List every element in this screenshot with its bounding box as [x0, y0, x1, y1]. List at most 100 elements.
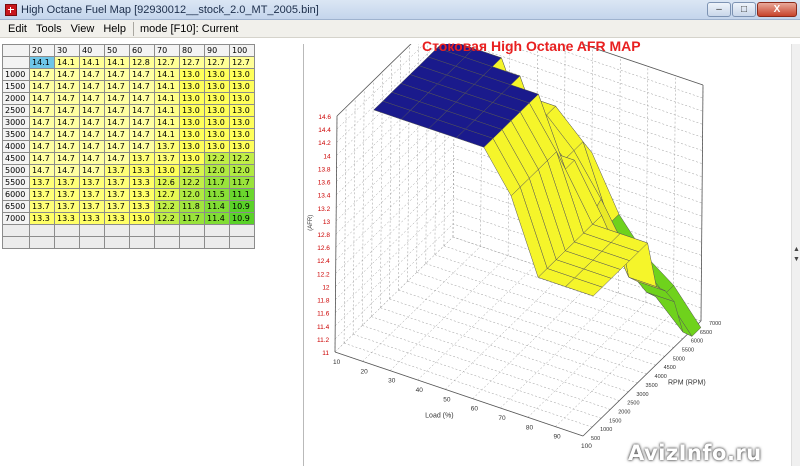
maximize-button[interactable]: □: [732, 2, 756, 17]
table-cell[interactable]: 14.7: [129, 104, 155, 117]
row-header[interactable]: 6500: [2, 200, 30, 213]
row-header[interactable]: 5500: [2, 176, 30, 189]
row-header[interactable]: 4500: [2, 152, 30, 165]
table-cell[interactable]: 13.0: [229, 80, 255, 93]
table-cell[interactable]: 11.1: [229, 188, 255, 201]
table-cell[interactable]: 14.7: [54, 92, 80, 105]
table-cell[interactable]: 11.4: [204, 200, 230, 213]
column-header[interactable]: 90: [204, 44, 230, 57]
table-cell[interactable]: 11.5: [204, 188, 230, 201]
table-cell[interactable]: 10.9: [229, 200, 255, 213]
table-cell[interactable]: 13.3: [79, 212, 105, 225]
table-cell[interactable]: 13.0: [204, 92, 230, 105]
afr-3d-chart[interactable]: 14.6 14.4 14.2 14 13.8 13.6 13.4 13.2 13 12.8 12.6…: [305, 0, 791, 466]
column-header[interactable]: 40: [79, 44, 105, 57]
table-cell[interactable]: 14.7: [29, 68, 55, 81]
table-cell[interactable]: 13.3: [129, 200, 155, 213]
table-cell[interactable]: 14.7: [104, 80, 130, 93]
table-cell[interactable]: 14.7: [54, 128, 80, 141]
table-cell[interactable]: 13.7: [79, 200, 105, 213]
table-cell[interactable]: 14.1: [154, 68, 180, 81]
table-cell[interactable]: 12.7: [154, 56, 180, 69]
row-header[interactable]: 2500: [2, 104, 30, 117]
table-cell[interactable]: 14.7: [129, 140, 155, 153]
table-cell[interactable]: 13.0: [179, 92, 205, 105]
table-cell[interactable]: 14.1: [154, 104, 180, 117]
table-cell[interactable]: 14.7: [79, 128, 105, 141]
table-cell[interactable]: 14.1: [154, 92, 180, 105]
table-cell[interactable]: 13.3: [129, 176, 155, 189]
table-cell[interactable]: 13.0: [229, 92, 255, 105]
row-header[interactable]: 4000: [2, 140, 30, 153]
table-cell[interactable]: 14.7: [29, 152, 55, 165]
table-cell[interactable]: 14.1: [154, 128, 180, 141]
table-cell[interactable]: 14.7: [104, 68, 130, 81]
table-cell[interactable]: 13.0: [229, 140, 255, 153]
close-button[interactable]: X: [757, 2, 797, 17]
table-cell[interactable]: 14.7: [104, 116, 130, 129]
table-cell[interactable]: 10.9: [229, 212, 255, 225]
table-cell[interactable]: 13.7: [54, 200, 80, 213]
table-cell[interactable]: 13.7: [104, 164, 130, 177]
table-cell[interactable]: 14.1: [154, 80, 180, 93]
table-cell[interactable]: 14.7: [29, 80, 55, 93]
table-cell[interactable]: 11.7: [179, 212, 205, 225]
table-cell[interactable]: 12.6: [154, 176, 180, 189]
row-header[interactable]: 1000: [2, 68, 30, 81]
column-header[interactable]: 50: [104, 44, 130, 57]
table-cell[interactable]: 14.7: [79, 164, 105, 177]
table-cell[interactable]: 12.2: [179, 176, 205, 189]
table-cell[interactable]: 13.0: [179, 104, 205, 117]
table-cell[interactable]: 14.7: [129, 128, 155, 141]
table-cell[interactable]: 14.7: [29, 116, 55, 129]
table-cell[interactable]: 14.7: [79, 92, 105, 105]
scroll-up-icon[interactable]: ▲: [793, 246, 800, 254]
table-cell[interactable]: 14.7: [129, 68, 155, 81]
table-cell[interactable]: 14.1: [79, 56, 105, 69]
table-cell[interactable]: 12.5: [179, 164, 205, 177]
table-cell[interactable]: 13.0: [204, 116, 230, 129]
table-cell[interactable]: 14.7: [29, 164, 55, 177]
table-cell[interactable]: 14.7: [79, 116, 105, 129]
table-cell[interactable]: 11.7: [229, 176, 255, 189]
table-cell[interactable]: 13.0: [179, 80, 205, 93]
row-header[interactable]: 3000: [2, 116, 30, 129]
mode-indicator[interactable]: mode [F10]: Current: [140, 23, 238, 35]
table-cell[interactable]: 13.7: [79, 188, 105, 201]
table-cell[interactable]: 11.4: [204, 212, 230, 225]
table-cell[interactable]: 11.8: [179, 200, 205, 213]
table-cell[interactable]: 13.0: [204, 128, 230, 141]
table-cell[interactable]: 13.0: [229, 68, 255, 81]
table-cell[interactable]: 14.7: [54, 104, 80, 117]
table-cell[interactable]: 13.0: [229, 104, 255, 117]
table-cell[interactable]: 13.7: [104, 188, 130, 201]
table-cell[interactable]: 14.7: [104, 128, 130, 141]
table-cell[interactable]: 13.0: [179, 68, 205, 81]
row-header[interactable]: 5000: [2, 164, 30, 177]
table-cell[interactable]: 14.7: [104, 152, 130, 165]
table-cell[interactable]: 13.3: [104, 212, 130, 225]
table-cell[interactable]: 14.7: [129, 92, 155, 105]
row-header[interactable]: [2, 56, 30, 69]
table-cell[interactable]: 13.7: [54, 188, 80, 201]
column-header[interactable]: 80: [179, 44, 205, 57]
table-cell[interactable]: 13.7: [29, 200, 55, 213]
table-cell[interactable]: 13.0: [179, 152, 205, 165]
table-cell[interactable]: 13.3: [54, 212, 80, 225]
table-cell[interactable]: 12.0: [179, 188, 205, 201]
table-cell[interactable]: 14.7: [29, 140, 55, 153]
table-cell[interactable]: 14.1: [54, 56, 80, 69]
table-cell[interactable]: 14.7: [104, 92, 130, 105]
table-cell[interactable]: 12.7: [229, 56, 255, 69]
vertical-scrollbar[interactable]: ▲ ▼: [791, 44, 800, 466]
table-cell[interactable]: 12.7: [204, 56, 230, 69]
table-cell[interactable]: 14.7: [54, 152, 80, 165]
table-cell[interactable]: 14.7: [54, 164, 80, 177]
table-cell[interactable]: 14.1: [154, 116, 180, 129]
table-cell[interactable]: 13.0: [179, 128, 205, 141]
table-cell[interactable]: 14.7: [79, 152, 105, 165]
table-cell[interactable]: 13.7: [104, 176, 130, 189]
table-cell[interactable]: 13.0: [204, 104, 230, 117]
column-header[interactable]: 100: [229, 44, 255, 57]
column-header[interactable]: 70: [154, 44, 180, 57]
